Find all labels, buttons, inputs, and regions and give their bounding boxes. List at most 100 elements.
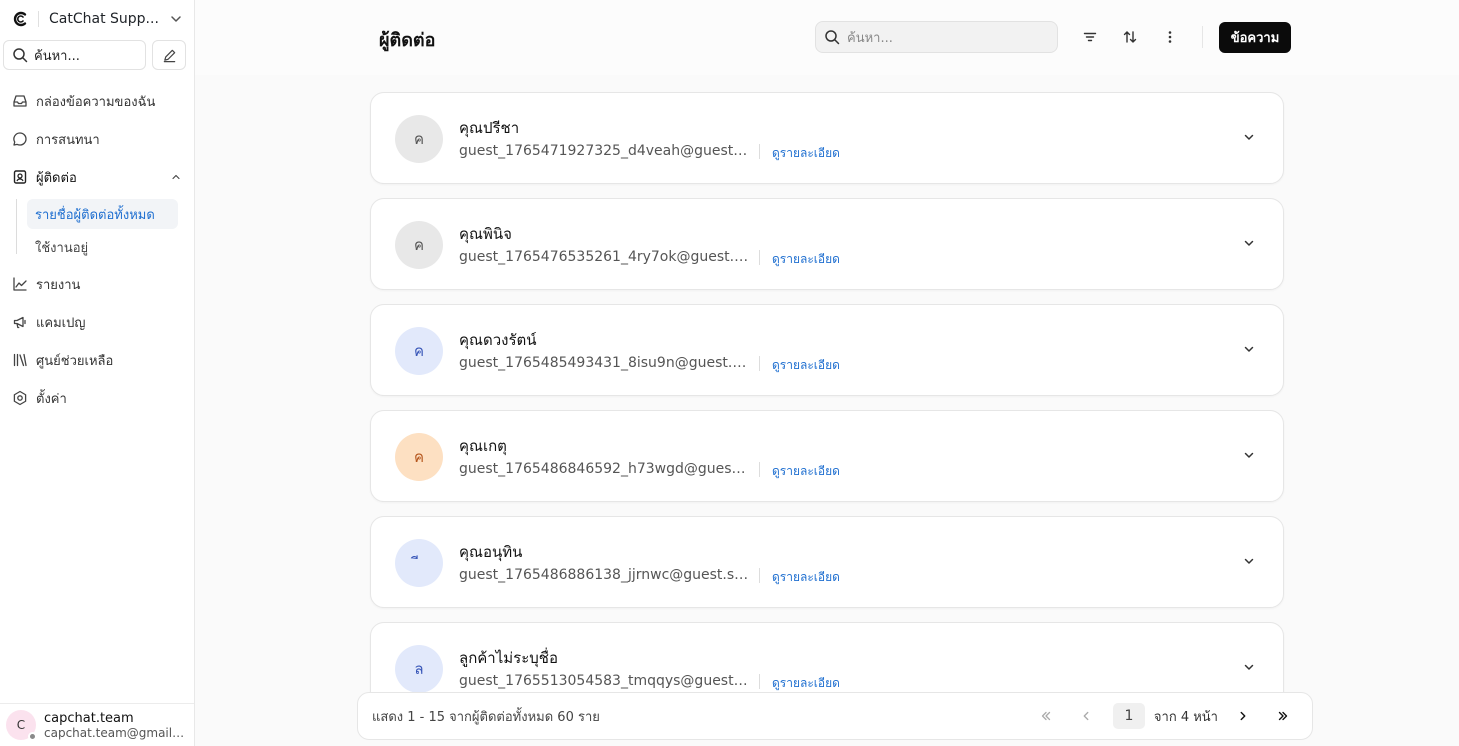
divider [759,674,760,689]
user-profile[interactable]: C capchat.team capchat.team@gmail.c... [0,703,194,746]
avatar-initial: C [16,718,26,732]
contact-name: คุณดวงรัตน์ [459,331,537,349]
search-placeholder: ค้นหา... [847,30,893,46]
chevron-down-icon [171,16,181,22]
view-details-link[interactable]: ดูรายละเอียด [772,674,840,693]
sort-button[interactable] [1119,26,1141,48]
chevron-down-icon[interactable] [1241,235,1257,251]
page-total: จาก 4 หน้า [1153,709,1218,725]
prev-page-button[interactable] [1071,703,1101,729]
settings-icon [13,390,27,406]
avatar: ค [395,433,443,481]
chevron-down-icon[interactable] [1241,129,1257,145]
next-page-button[interactable] [1228,703,1258,729]
contact-name: คุณอนุทิน [459,543,523,561]
avatar: ี [395,539,443,587]
view-details-link[interactable]: ดูรายละเอียด [772,250,840,269]
contact-name: คุณเกตุ [459,437,507,455]
view-details-link[interactable]: ดูรายละเอียด [772,356,840,375]
view-details-link[interactable]: ดูรายละเอียด [772,568,840,587]
sort-arrows-icon [1123,31,1137,43]
chevron-down-icon[interactable] [1241,447,1257,463]
divider [759,462,760,477]
sidebar-item-campaigns[interactable]: แคมเปญ [0,303,194,341]
sidebar-item-settings[interactable]: ตั้งค่า [0,379,194,417]
contacts-search-input[interactable]: ค้นหา... [815,21,1058,53]
chevron-left-icon [1083,711,1089,721]
divider [759,250,760,265]
avatar: C [6,710,37,741]
contact-list: ค คุณปรีชา guest_1765471927325_d4veah@gues… [195,75,1459,746]
contact-name: คุณปรีชา [459,119,520,137]
pencil-icon [163,49,175,62]
chevrons-left-icon [1041,711,1051,721]
last-page-button[interactable] [1268,703,1298,729]
workspace-name: CatChat Supp... [49,11,159,27]
pagination-bar: แสดง 1 - 15 จากผู้ติดต่อทั้งหมด 60 ราย 1… [357,692,1313,740]
sidebar-item-label: รายงาน [36,277,81,293]
avatar: ล [395,645,443,693]
sidebar-item-inbox[interactable]: กล่องข้อความของฉัน [0,82,194,120]
library-icon [13,353,27,367]
user-name: capchat.team [44,710,134,726]
view-details-link[interactable]: ดูรายละเอียด [772,462,840,481]
divider [1202,26,1203,48]
contact-card[interactable]: ี คุณอนุทิน guest_1765486886138_jjrnwc@gue… [370,516,1284,608]
megaphone-icon [13,316,26,329]
search-icon [13,48,28,63]
chat-bubble-icon [13,132,27,146]
sidebar-item-label: ตั้งค่า [36,391,67,407]
sidebar-item-reports[interactable]: รายงาน [0,265,194,303]
first-page-button[interactable] [1031,703,1061,729]
divider [759,568,760,583]
chevron-down-icon[interactable] [1241,659,1257,675]
sidebar-item-help-center[interactable]: ศูนย์ช่วยเหลือ [0,341,194,379]
contact-card[interactable]: ค คุณปรีชา guest_1765471927325_d4veah@gues… [370,92,1284,184]
sidebar-item-label: ผู้ติดต่อ [36,170,77,186]
contact-email: guest_1765471927325_d4veah@guest.sh... [459,143,749,159]
filter-button[interactable] [1079,26,1101,48]
sidebar-search-placeholder: ค้นหา... [34,48,80,64]
catchat-logo-icon [10,8,32,30]
avatar: ค [395,115,443,163]
view-details-link[interactable]: ดูรายละเอียด [772,144,840,163]
page-header: ผู้ติดต่อ ค้นหา... ข้อความ [195,0,1459,75]
avatar: ค [395,221,443,269]
compose-button[interactable] [152,40,186,70]
message-button[interactable]: ข้อความ [1219,22,1291,53]
more-vertical-icon [1168,31,1172,43]
user-email: capchat.team@gmail.c... [44,725,186,740]
contact-card-icon [13,170,27,184]
workspace-switcher[interactable]: CatChat Supp... [0,0,194,38]
filter-icon [1083,32,1097,42]
avatar: ค [395,327,443,375]
contact-card[interactable]: ค คุณดวงรัตน์ guest_1765485493431_8isu9n@g… [370,304,1284,396]
divider [759,144,760,159]
divider [38,11,39,27]
contact-card[interactable]: ค คุณเกตุ guest_1765486846592_h73wgd@guest… [370,410,1284,502]
sidebar-item-contacts[interactable]: ผู้ติดต่อ [0,158,194,196]
sidebar-item-conversations[interactable]: การสนทนา [0,120,194,158]
sidebar-item-label: ศูนย์ช่วยเหลือ [36,353,114,369]
contact-card[interactable]: ค คุณพินิจ guest_1765476535261_4ry7ok@gues… [370,198,1284,290]
sidebar-item-label: แคมเปญ [36,315,86,331]
chevron-up-icon [172,174,180,180]
sidebar-search-input[interactable]: ค้นหา... [3,40,147,70]
chevron-down-icon[interactable] [1241,341,1257,357]
contact-email: guest_1765486846592_h73wgd@guest.s... [459,461,749,477]
sidebar-subitem-all-contacts[interactable]: รายชื่อผู้ติดต่อทั้งหมด [27,199,178,229]
page-title: ผู้ติดต่อ [379,30,436,51]
divider [759,356,760,371]
chevron-down-icon[interactable] [1241,553,1257,569]
sidebar: CatChat Supp... ค้นหา... กล่องข้อความของ… [0,0,195,746]
sidebar-subitem-active[interactable]: ใช้งานอยู่ [27,232,178,262]
contact-email: guest_1765476535261_4ry7ok@guest.sh... [459,249,749,265]
contact-email: guest_1765485493431_8isu9n@guest.sh... [459,355,749,371]
sidebar-nav: กล่องข้อความของฉัน การสนทนา ผู้ติดต่อ รา… [0,82,194,417]
status-dot [28,732,37,741]
current-page[interactable]: 1 [1112,703,1145,729]
pagination-summary: แสดง 1 - 15 จากผู้ติดต่อทั้งหมด 60 ราย [372,709,600,725]
more-options-button[interactable] [1159,26,1181,48]
submenu-guide-line [16,199,17,254]
contact-name: ลูกค้าไม่ระบุชื่อ [459,649,558,667]
